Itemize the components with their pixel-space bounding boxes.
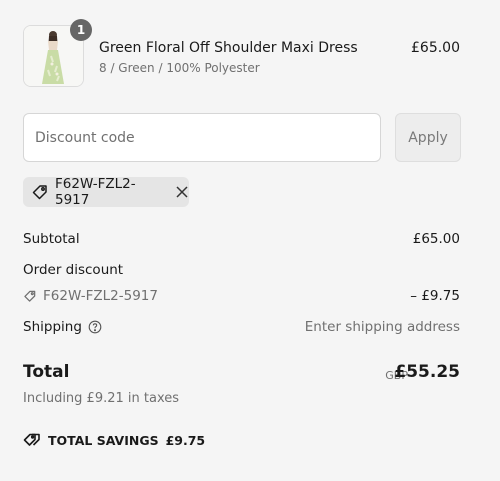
savings-label: TOTAL SAVINGS [48,432,159,448]
product-price: £65.00 [411,40,460,56]
shipping-value: Enter shipping address [304,319,460,335]
savings-value: £9.75 [165,432,206,448]
total-savings: TOTAL SAVINGS £9.75 [23,432,205,448]
discount-code-text: F62W-FZL2-5917 [43,288,158,304]
applied-discount-chip: F62W-FZL2-5917 [23,176,189,208]
subtotal-label: Subtotal [23,231,80,247]
discount-value: – £9.75 [410,288,460,304]
order-discount-label: Order discount [23,262,124,278]
product-name: Green Floral Off Shoulder Maxi Dress [99,40,358,56]
applied-code-label: F62W-FZL2-5917 [55,176,136,208]
product-variant: 8 / Green / 100% Polyester [99,61,260,75]
help-icon[interactable] [88,320,102,334]
subtotal-value: £65.00 [412,231,460,247]
taxes-text: Including £9.21 in taxes [23,391,180,406]
shipping-label: Shipping [23,319,82,335]
remove-discount-icon[interactable] [175,185,189,199]
tag-icon [31,183,49,201]
total-value: £55.25 [394,362,460,382]
discount-code-input[interactable] [23,113,381,162]
apply-button[interactable]: Apply [395,113,461,162]
shipping-row-label: Shipping [23,319,102,335]
discount-code-row: F62W-FZL2-5917 [23,288,158,304]
tag-icon [23,289,37,303]
quantity-badge: 1 [70,19,92,41]
total-label: Total [23,362,70,382]
savings-tag-icon [23,432,41,448]
